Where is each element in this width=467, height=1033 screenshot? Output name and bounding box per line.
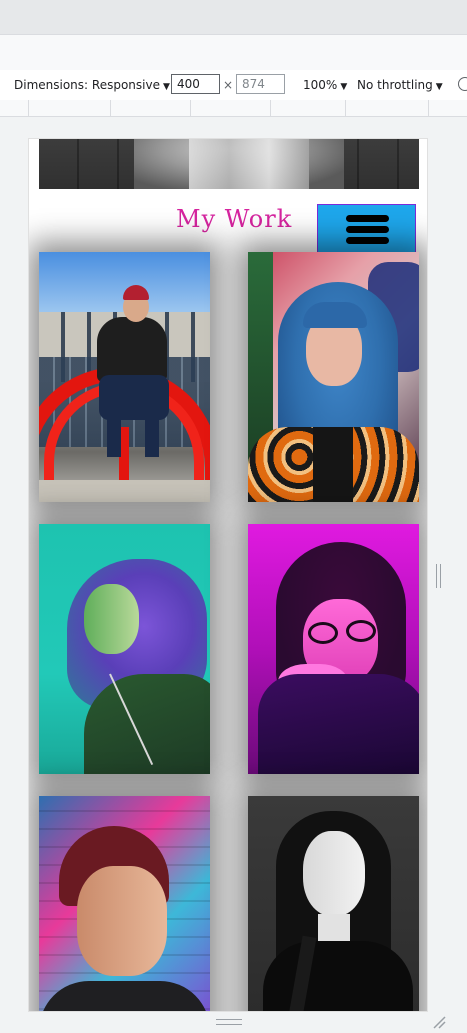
browser-title-strip [0, 0, 467, 34]
dimensions-dropdown[interactable]: Dimensions: Responsive ▼ [14, 78, 170, 92]
rotate-icon[interactable] [458, 77, 467, 91]
browser-tab-strip [0, 34, 467, 72]
height-input[interactable]: 874 [236, 74, 285, 94]
hero-banner-image [39, 139, 419, 189]
zoom-label: 100% [303, 78, 338, 92]
chevron-down-icon: ▼ [340, 82, 348, 92]
chevron-down-icon: ▼ [162, 82, 170, 92]
dimensions-label: Dimensions: Responsive [14, 78, 160, 92]
chevron-down-icon: ▼ [435, 82, 443, 92]
times-icon: × [223, 78, 234, 92]
media-query-ruler [0, 100, 467, 117]
width-input[interactable]: 400 [171, 74, 220, 94]
width-resize-handle[interactable] [436, 564, 441, 588]
height-resize-handle[interactable] [216, 1019, 242, 1025]
zoom-dropdown[interactable]: 100% ▼ [303, 78, 347, 92]
photo-woman-green-blue-light[interactable] [39, 524, 210, 774]
emulated-viewport: My Work [28, 138, 428, 1012]
photo-woman-magenta-light-glasses[interactable] [248, 524, 419, 774]
hamburger-menu-button[interactable] [317, 204, 416, 253]
photo-blue-haired-woman-graffiti[interactable] [248, 252, 419, 502]
corner-resize-handle[interactable] [432, 1015, 446, 1029]
page-title: My Work [176, 205, 293, 233]
throttling-dropdown[interactable]: No throttling ▼ [357, 78, 443, 92]
photo-woman-black-and-white[interactable] [248, 796, 419, 1011]
throttling-label: No throttling [357, 78, 433, 92]
photo-man-beanie-graffiti[interactable] [39, 796, 210, 1011]
photo-man-on-red-sculpture[interactable] [39, 252, 210, 502]
devtools-device-toolbar: Dimensions: Responsive ▼ 400 × 874 100% ▼ … [0, 70, 467, 101]
